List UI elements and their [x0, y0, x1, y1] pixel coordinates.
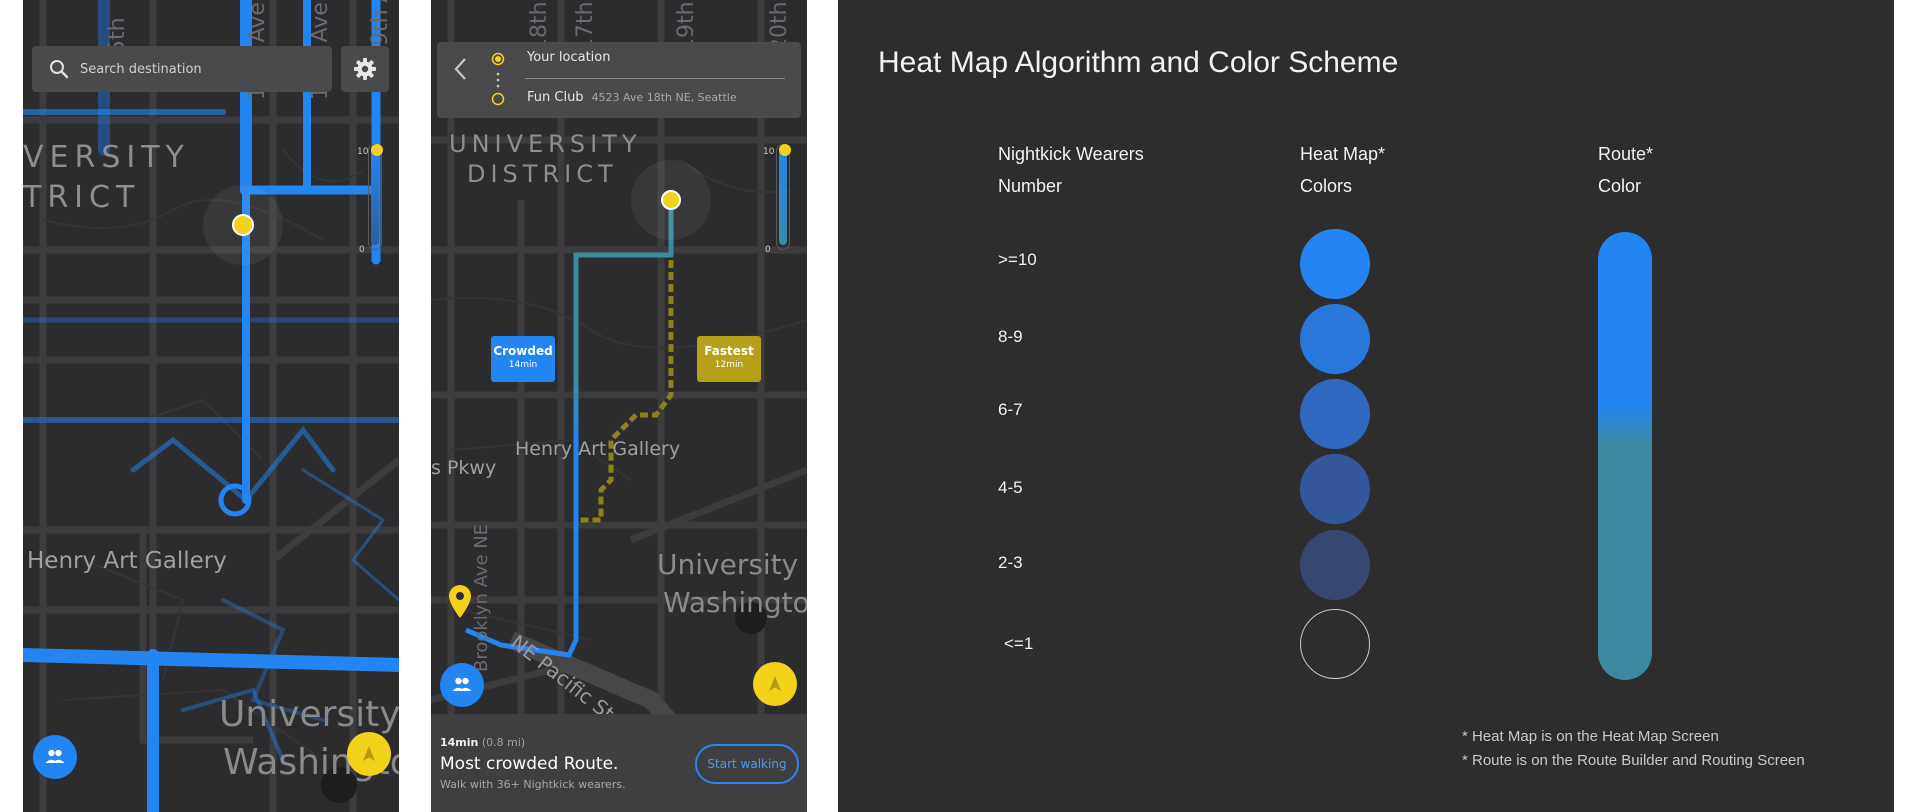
footnote: * Heat Map is on the Heat Map Screen	[1462, 728, 1719, 745]
wearers-range-label: 2-3	[998, 553, 1023, 572]
heat-color-swatch	[1300, 229, 1370, 299]
route-map[interactable]	[431, 0, 807, 812]
navigation-arrow-icon	[363, 746, 375, 761]
district-label: VERSITY	[23, 140, 190, 175]
wearers-range-label: <=1	[1004, 634, 1034, 653]
gallery-label: Henry Art Gallery	[515, 438, 681, 460]
column-header-heatmap: Heat Map* Colors	[1300, 138, 1385, 202]
gallery-label: Henry Art Gallery	[27, 548, 227, 574]
crowded-label: Crowded	[493, 344, 553, 358]
people-button[interactable]	[440, 663, 484, 707]
route-duration: 14min	[440, 736, 479, 749]
wearers-range-label: >=10	[998, 250, 1037, 269]
gear-icon	[354, 58, 376, 80]
crowded-time: 14min	[508, 360, 538, 370]
divider	[525, 78, 785, 79]
destination-field[interactable]: Fun Club 4523 Ave 18th NE, Seattle	[527, 90, 737, 105]
column-header-wearers: Nightkick Wearers Number	[998, 138, 1144, 202]
chevron-left-icon[interactable]	[451, 56, 471, 82]
street-label: Brooklyn Ave NE	[471, 523, 492, 672]
origin-field[interactable]: Your location	[527, 50, 610, 65]
fastest-label: Fastest	[704, 344, 754, 358]
heat-color-swatch	[1300, 379, 1370, 449]
route-dots-icon	[491, 52, 505, 106]
destination-address: 4523 Ave 18th NE, Seattle	[591, 91, 737, 104]
column-header-line: Number	[998, 176, 1063, 196]
origin-text: Your location	[527, 50, 611, 65]
people-icon	[45, 749, 65, 763]
route-title: Most crowded Route.	[440, 754, 619, 774]
heat-map-screen: 15th 17th Ave 18th Ave 19th Ave VERSITY …	[23, 0, 399, 812]
navigation-arrow-icon	[769, 676, 781, 691]
page-title: Heat Map Algorithm and Color Scheme	[878, 46, 1399, 79]
navigate-button[interactable]	[753, 662, 797, 706]
map-pin-icon	[449, 585, 471, 618]
route-builder-screen: 18th Ave NE 17th Ave NE 19th Ave NE 20th…	[431, 0, 807, 812]
crowd-scale	[368, 144, 382, 250]
university-label: University	[219, 694, 399, 735]
scale-min: 0	[359, 245, 365, 255]
crowd-scale	[776, 144, 790, 250]
scale-max: 10	[763, 147, 775, 157]
column-header-line: Heat Map*	[1300, 144, 1386, 164]
smiley-icon	[371, 144, 383, 156]
heat-color-swatch	[1300, 609, 1370, 679]
color-scheme-panel: Heat Map Algorithm and Color Scheme Nigh…	[838, 0, 1894, 812]
route-distance: (0.8 mi)	[481, 736, 526, 749]
route-description: Walk with 36+ Nightkick wearers.	[440, 778, 626, 791]
route-summary-card: 14min (0.8 mi) Most crowded Route. Walk …	[431, 714, 807, 812]
heat-map[interactable]	[23, 0, 399, 812]
route-time: 14min (0.8 mi)	[440, 736, 525, 749]
heat-color-swatch	[1300, 530, 1370, 600]
navigate-button[interactable]	[347, 732, 391, 776]
column-header-route: Route* Color	[1598, 138, 1653, 202]
fastest-time: 12min	[714, 360, 744, 370]
footnote: * Route is on the Route Builder and Rout…	[1462, 752, 1805, 769]
district-label: DISTRICT	[467, 160, 618, 188]
column-header-line: Nightkick Wearers	[998, 144, 1144, 164]
wearers-range-label: 6-7	[998, 400, 1023, 419]
university-label: Washingto	[663, 586, 807, 619]
people-icon	[452, 677, 472, 691]
column-header-line: Color	[1598, 176, 1642, 196]
column-header-line: Route*	[1598, 144, 1654, 164]
heat-color-swatch	[1300, 454, 1370, 524]
destination-text: Fun Club	[527, 90, 584, 105]
search-input[interactable]: Search destination	[32, 46, 332, 92]
scale-min: 0	[765, 245, 771, 255]
parkway-label: s Pkwy	[431, 457, 497, 479]
route-color-gradient	[1598, 232, 1652, 680]
start-walking-button[interactable]: Start walking	[695, 744, 799, 784]
people-button[interactable]	[33, 735, 77, 779]
university-label: University o	[657, 548, 807, 581]
search-icon	[50, 60, 69, 79]
settings-button[interactable]	[341, 46, 389, 92]
route-input-panel: Your location Fun Club 4523 Ave 18th NE, …	[437, 42, 801, 118]
crowded-route-tag[interactable]: Crowded 14min	[491, 336, 555, 382]
search-placeholder: Search destination	[80, 61, 202, 77]
district-label: TRICT	[23, 180, 141, 215]
smiley-icon	[779, 144, 791, 156]
wearers-range-label: 4-5	[998, 478, 1023, 497]
district-label: UNIVERSITY	[449, 130, 642, 158]
heat-color-swatch	[1300, 304, 1370, 374]
scale-max: 10	[357, 147, 369, 157]
column-header-line: Colors	[1300, 176, 1353, 196]
wearers-range-label: 8-9	[998, 327, 1023, 346]
fastest-route-tag[interactable]: Fastest 12min	[697, 336, 761, 382]
